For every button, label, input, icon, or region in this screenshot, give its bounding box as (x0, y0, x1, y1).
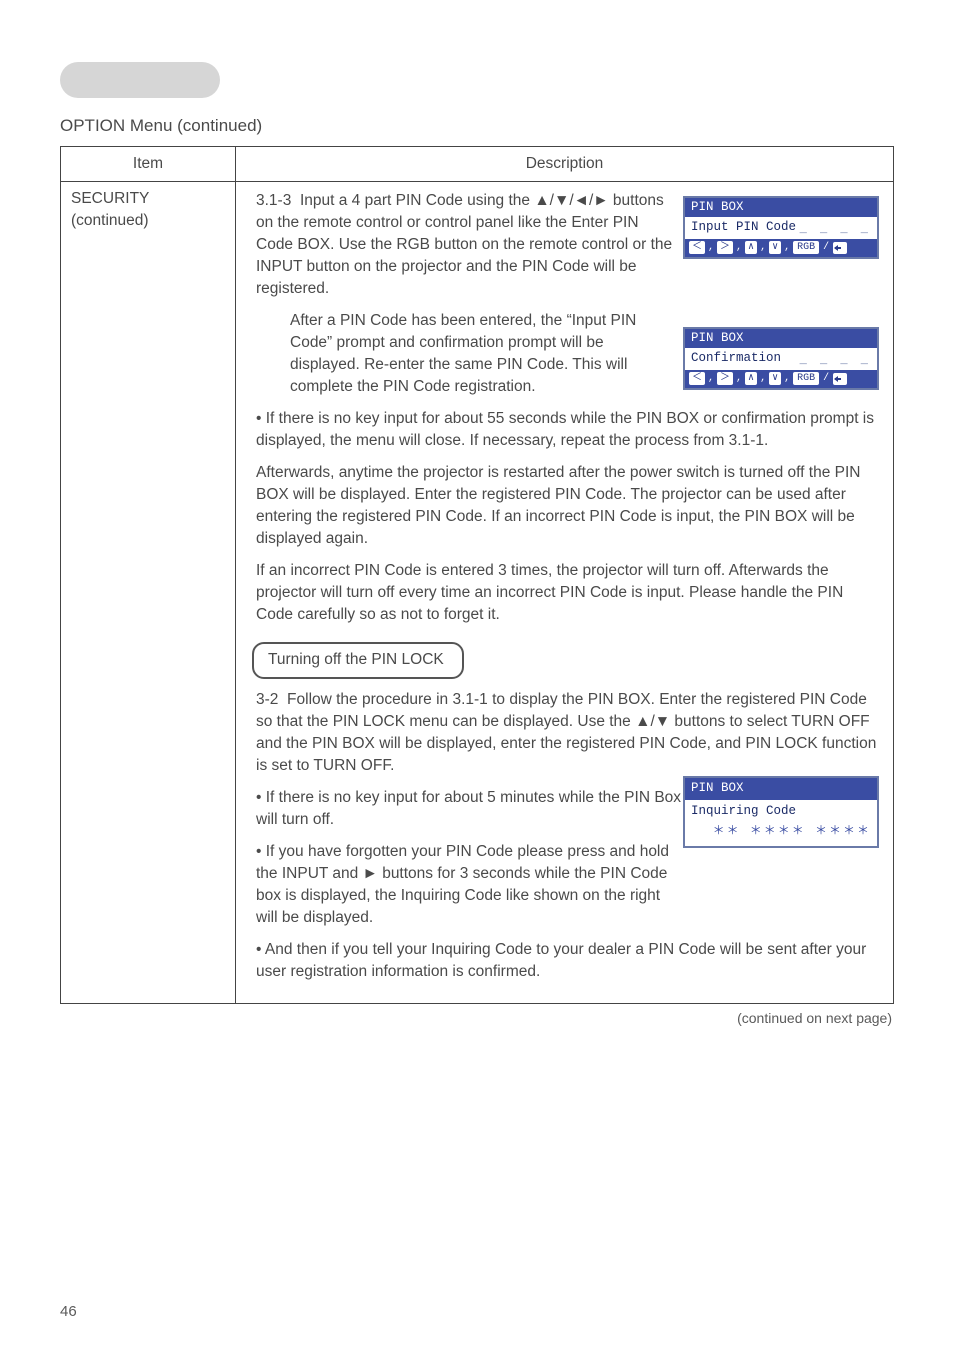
osd-inquiring-label: Inquiring Code (691, 803, 871, 821)
osd-right-icon: ＞ (717, 372, 733, 385)
table-header-row: Item Description (61, 147, 894, 182)
enter-icon (833, 242, 847, 254)
note-text: And then if you tell your Inquiring Code… (256, 941, 866, 980)
bullet-icon: • (256, 941, 261, 958)
item-security: SECURITY (continued) (71, 190, 149, 229)
bullet-icon: • (256, 789, 261, 806)
osd-up-icon: ∧ (745, 241, 757, 254)
header-pill (60, 62, 220, 98)
osd-button-row: ＜, ＞, ∧, ∨, RGB / (685, 370, 877, 388)
step-number: 3-2 (256, 691, 278, 708)
pin-box-input-osd: PIN BOX Input PIN Code _ _ _ _ ＜, ＞, ∧, … (683, 196, 879, 259)
callout-text: Turning off the PIN LOCK (268, 651, 444, 668)
note-5: • If you have forgotten your PIN Code pl… (246, 841, 883, 929)
osd-title: PIN BOX (685, 778, 877, 800)
osd-dashes: _ _ _ _ (800, 353, 871, 367)
step-text: Input a 4 part PIN Code using the ▲/▼/◄/… (256, 192, 672, 297)
osd-confirm-label: Confirmation (691, 351, 781, 365)
pin-box-confirm-osd: PIN BOX Confirmation _ _ _ _ ＜, ＞, ∧, ∨,… (683, 327, 879, 390)
enter-icon (833, 373, 847, 385)
osd-button-row: ＜, ＞, ∧, ∨, RGB / (685, 239, 877, 257)
note-3: If an incorrect PIN Code is entered 3 ti… (246, 560, 883, 626)
osd-down-icon: ∨ (769, 241, 781, 254)
osd-dashes: _ _ _ _ (800, 222, 871, 236)
osd-title: PIN BOX (685, 198, 877, 217)
step-3-2: 3-2 Follow the procedure in 3.1-1 to dis… (246, 689, 883, 777)
note-text: If you have forgotten your PIN Code plea… (256, 843, 669, 926)
note-text: If an incorrect PIN Code is entered 3 ti… (256, 562, 843, 623)
osd-left-icon: ＜ (689, 372, 705, 385)
note-6: • And then if you tell your Inquiring Co… (246, 939, 883, 983)
continued-footer: (continued on next page) (60, 1010, 894, 1026)
osd-input-label: Input PIN Code (691, 220, 796, 234)
options-table: Item Description SECURITY (continued) PI… (60, 146, 894, 1004)
col-header-desc: Description (236, 147, 894, 182)
osd-up-icon: ∧ (745, 372, 757, 385)
menu-heading: OPTION Menu (continued) (60, 116, 894, 136)
osd-rgb-chip: RGB (793, 241, 819, 254)
step-number: 3.1-3 (256, 192, 291, 209)
osd-title: PIN BOX (685, 329, 877, 348)
osd-right-icon: ＞ (717, 241, 733, 254)
inquiring-code-osd: PIN BOX Inquiring Code ＊＊ ＊＊＊＊ ＊＊＊＊ (683, 776, 879, 848)
turning-off-pin-lock-callout: Turning off the PIN LOCK (252, 642, 464, 679)
osd-down-icon: ∨ (769, 372, 781, 385)
osd-rgb-chip: RGB (793, 372, 819, 385)
step-text: Follow the procedure in 3.1-1 to display… (256, 691, 876, 774)
bullet-icon: • (256, 843, 261, 860)
note-1: • If there is no key input for about 55 … (246, 408, 883, 452)
page-number: 46 (60, 1303, 77, 1320)
table-row: SECURITY (continued) PIN BOX Input PIN C… (61, 182, 894, 1004)
bullet-icon: • (256, 410, 261, 427)
note-2: Afterwards, anytime the projector is res… (246, 462, 883, 550)
paragraph-text: After a PIN Code has been entered, the “… (290, 312, 636, 395)
osd-inquiring-stars: ＊＊ ＊＊＊＊ ＊＊＊＊ (691, 821, 871, 840)
item-cell: SECURITY (continued) (61, 182, 236, 1004)
description-cell: PIN BOX Input PIN Code _ _ _ _ ＜, ＞, ∧, … (236, 182, 894, 1004)
note-text: Afterwards, anytime the projector is res… (256, 464, 861, 547)
note-text: If there is no key input for about 55 se… (256, 410, 874, 449)
osd-left-icon: ＜ (689, 241, 705, 254)
col-header-item: Item (61, 147, 236, 182)
